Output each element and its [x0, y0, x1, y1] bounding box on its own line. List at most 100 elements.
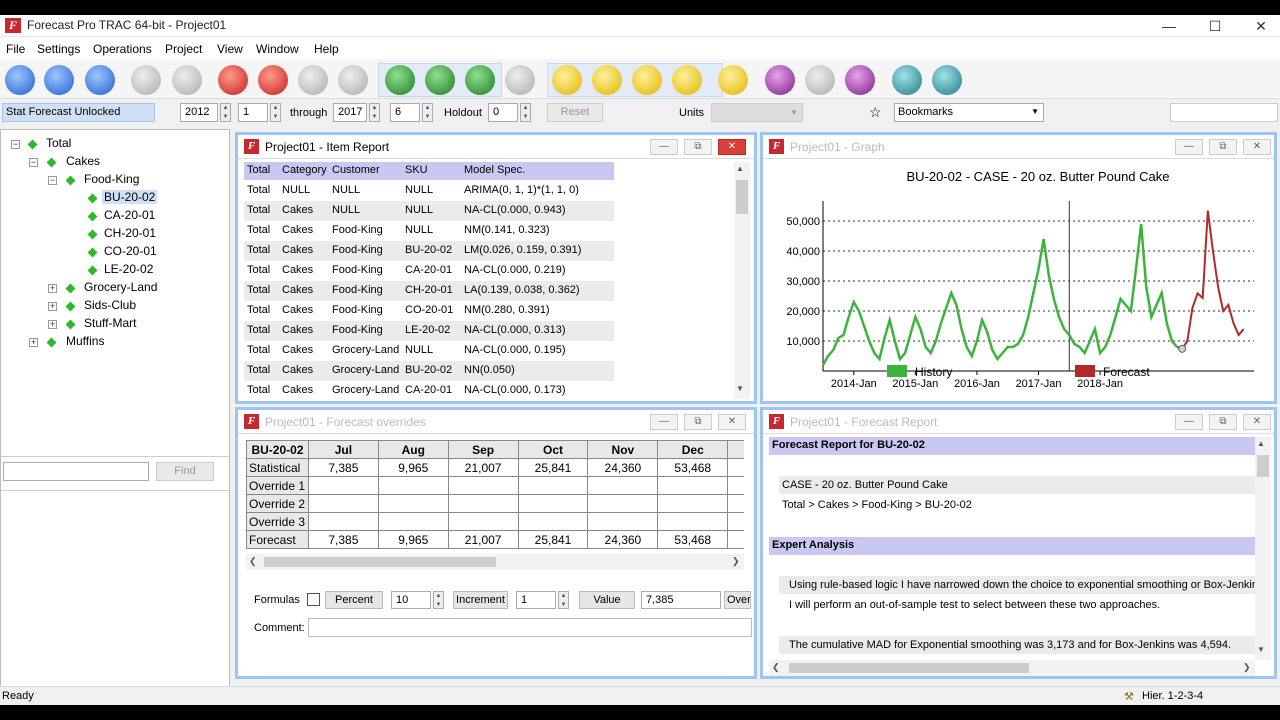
grid-cell[interactable] [307, 476, 379, 495]
restore-button[interactable]: ⧉ [684, 139, 712, 155]
start-period-field[interactable]: 1 [238, 103, 268, 122]
grid-cell[interactable] [657, 512, 729, 531]
grid-cell[interactable]: 7,385 [307, 458, 379, 477]
table-row[interactable]: Total Cakes Food-King BU-20-02 LM(0.026, 0.1… [244, 241, 614, 261]
grid-cell[interactable]: 24,360 [587, 530, 659, 549]
grid-cell[interactable] [587, 512, 659, 531]
vertical-scrollbar[interactable]: ▲ ▼ [1255, 437, 1271, 660]
table-row[interactable]: Total NULL NULL NULL ARIMA(0, 1, 1)*(1, 1, 0… [244, 181, 614, 201]
export-icon[interactable] [845, 65, 875, 95]
find-input[interactable] [3, 462, 149, 481]
tree-item-food-king[interactable]: Food-King [84, 172, 139, 186]
pie-icon[interactable] [258, 65, 288, 95]
start-year-spinner[interactable]: ▲ ▼ [220, 103, 231, 122]
paw-icon[interactable] [505, 65, 535, 95]
tree-item-sku[interactable]: CA-20-01 [104, 208, 155, 222]
scroll-right-icon[interactable]: ❯ [1243, 662, 1251, 673]
grid-cell[interactable] [307, 512, 379, 531]
find-button[interactable]: Find [156, 462, 214, 481]
holdout-spinner[interactable]: ▲ ▼ [520, 103, 531, 122]
end-period-spinner[interactable]: ▲ ▼ [422, 103, 433, 122]
percent-spinner[interactable]: ▲ ▼ [433, 591, 444, 609]
scroll-thumb[interactable] [264, 557, 496, 567]
end-year-field[interactable]: 2017 [333, 103, 367, 122]
table-row[interactable]: Total Cakes Food-King CO-20-01 NM(0.280, 0.3… [244, 301, 614, 321]
tree-item-total[interactable]: Total [46, 136, 71, 150]
grid-cell[interactable]: 24,360 [587, 458, 659, 477]
database-icon[interactable] [218, 65, 248, 95]
holdout-field[interactable]: 0 [488, 103, 518, 122]
grid-cell[interactable] [727, 476, 744, 495]
tree-item-stuff-mart[interactable]: Stuff-Mart [84, 316, 136, 330]
horizontal-scrollbar[interactable]: ❮ ❯ [769, 660, 1255, 676]
restore-button[interactable]: ⧉ [1209, 414, 1237, 430]
grid-cell[interactable] [447, 476, 519, 495]
tree-item-sids-club[interactable]: Sids-Club [84, 298, 136, 312]
maximize-button[interactable]: ☐ [1192, 15, 1238, 37]
scroll-up-icon[interactable]: ▲ [736, 164, 744, 173]
percent-field[interactable]: 10 [391, 591, 431, 609]
table-row[interactable]: Total Cakes Grocery-Land NULL NA-CL(0.000, 0… [244, 341, 614, 361]
tree-item-muffins[interactable]: Muffins [66, 334, 104, 348]
units-dropdown[interactable]: ▼ [711, 103, 803, 122]
notes-icon[interactable] [552, 65, 582, 95]
bookmarks-dropdown[interactable]: Bookmarks ▼ [894, 103, 1044, 122]
tree-item-cakes[interactable]: Cakes [66, 154, 100, 168]
menu-file[interactable]: File [6, 42, 25, 56]
open-icon[interactable] [44, 65, 74, 95]
tree-item-sku[interactable]: BU-20-02 [102, 190, 158, 204]
grid-cell[interactable] [447, 512, 519, 531]
scroll-thumb[interactable] [736, 180, 748, 214]
collapse-icon[interactable]: − [29, 158, 38, 167]
tree-item-sku[interactable]: CO-20-01 [104, 244, 157, 258]
table-row[interactable]: Total Cakes Food-King CH-20-01 LA(0.139, 0.0… [244, 281, 614, 301]
scroll-thumb[interactable] [1257, 455, 1269, 477]
start-period-spinner[interactable]: ▲ ▼ [270, 103, 281, 122]
value-field[interactable]: 7,385 [641, 591, 721, 609]
menu-window[interactable]: Window [256, 42, 299, 56]
expand-icon[interactable]: + [48, 284, 57, 293]
hash-icon[interactable] [718, 65, 748, 95]
scroll-down-icon[interactable]: ▼ [736, 384, 744, 393]
chart-line-icon[interactable] [672, 65, 702, 95]
grid-cell[interactable] [727, 458, 744, 477]
grid-cell[interactable] [657, 494, 729, 513]
tree-item-grocery-land[interactable]: Grocery-Land [84, 280, 157, 294]
table-row[interactable]: Total Cakes Grocery-Land BU-20-02 NN(0.050) [244, 361, 614, 381]
increment-field[interactable]: 1 [516, 591, 556, 609]
scroll-thumb[interactable] [789, 663, 1029, 673]
restore-button[interactable]: ⧉ [684, 414, 712, 430]
minimize-button[interactable]: — [1175, 414, 1203, 430]
minimize-button[interactable]: — [650, 139, 678, 155]
minimize-button[interactable]: — [1146, 15, 1192, 37]
scroll-right-icon[interactable]: ❯ [732, 556, 740, 567]
grid-cell[interactable] [377, 512, 449, 531]
horizontal-scrollbar[interactable]: ❮ ❯ [246, 554, 744, 570]
menu-settings[interactable]: Settings [37, 42, 80, 56]
save-icon[interactable] [85, 65, 115, 95]
grid-cell[interactable] [517, 476, 589, 495]
start-year-field[interactable]: 2012 [180, 103, 218, 122]
grid-cell[interactable] [727, 512, 744, 531]
value-button[interactable]: Value [579, 591, 635, 609]
print-icon[interactable] [805, 65, 835, 95]
grid-cell[interactable]: 9,965 [377, 530, 449, 549]
grid-cell[interactable] [657, 476, 729, 495]
copy-icon[interactable] [131, 65, 161, 95]
menu-operations[interactable]: Operations [93, 42, 152, 56]
grid-cell[interactable] [307, 494, 379, 513]
forecast-all-icon[interactable] [465, 65, 495, 95]
close-button[interactable]: ✕ [1238, 15, 1280, 37]
grid-cell[interactable]: 9,965 [377, 458, 449, 477]
menu-view[interactable]: View [217, 42, 243, 56]
comment-input[interactable] [308, 618, 752, 637]
end-year-spinner[interactable]: ▲ ▼ [369, 103, 380, 122]
table-row[interactable]: Total Cakes NULL NULL NA-CL(0.000, 0.943) [244, 201, 614, 221]
search-box[interactable] [1170, 103, 1278, 122]
expand-icon[interactable]: + [29, 338, 38, 347]
end-period-field[interactable]: 6 [390, 103, 420, 122]
scroll-down-icon[interactable]: ▼ [1257, 645, 1265, 654]
filter-icon[interactable] [592, 65, 622, 95]
grid-cell[interactable] [377, 476, 449, 495]
collapse-icon[interactable]: − [11, 140, 20, 149]
